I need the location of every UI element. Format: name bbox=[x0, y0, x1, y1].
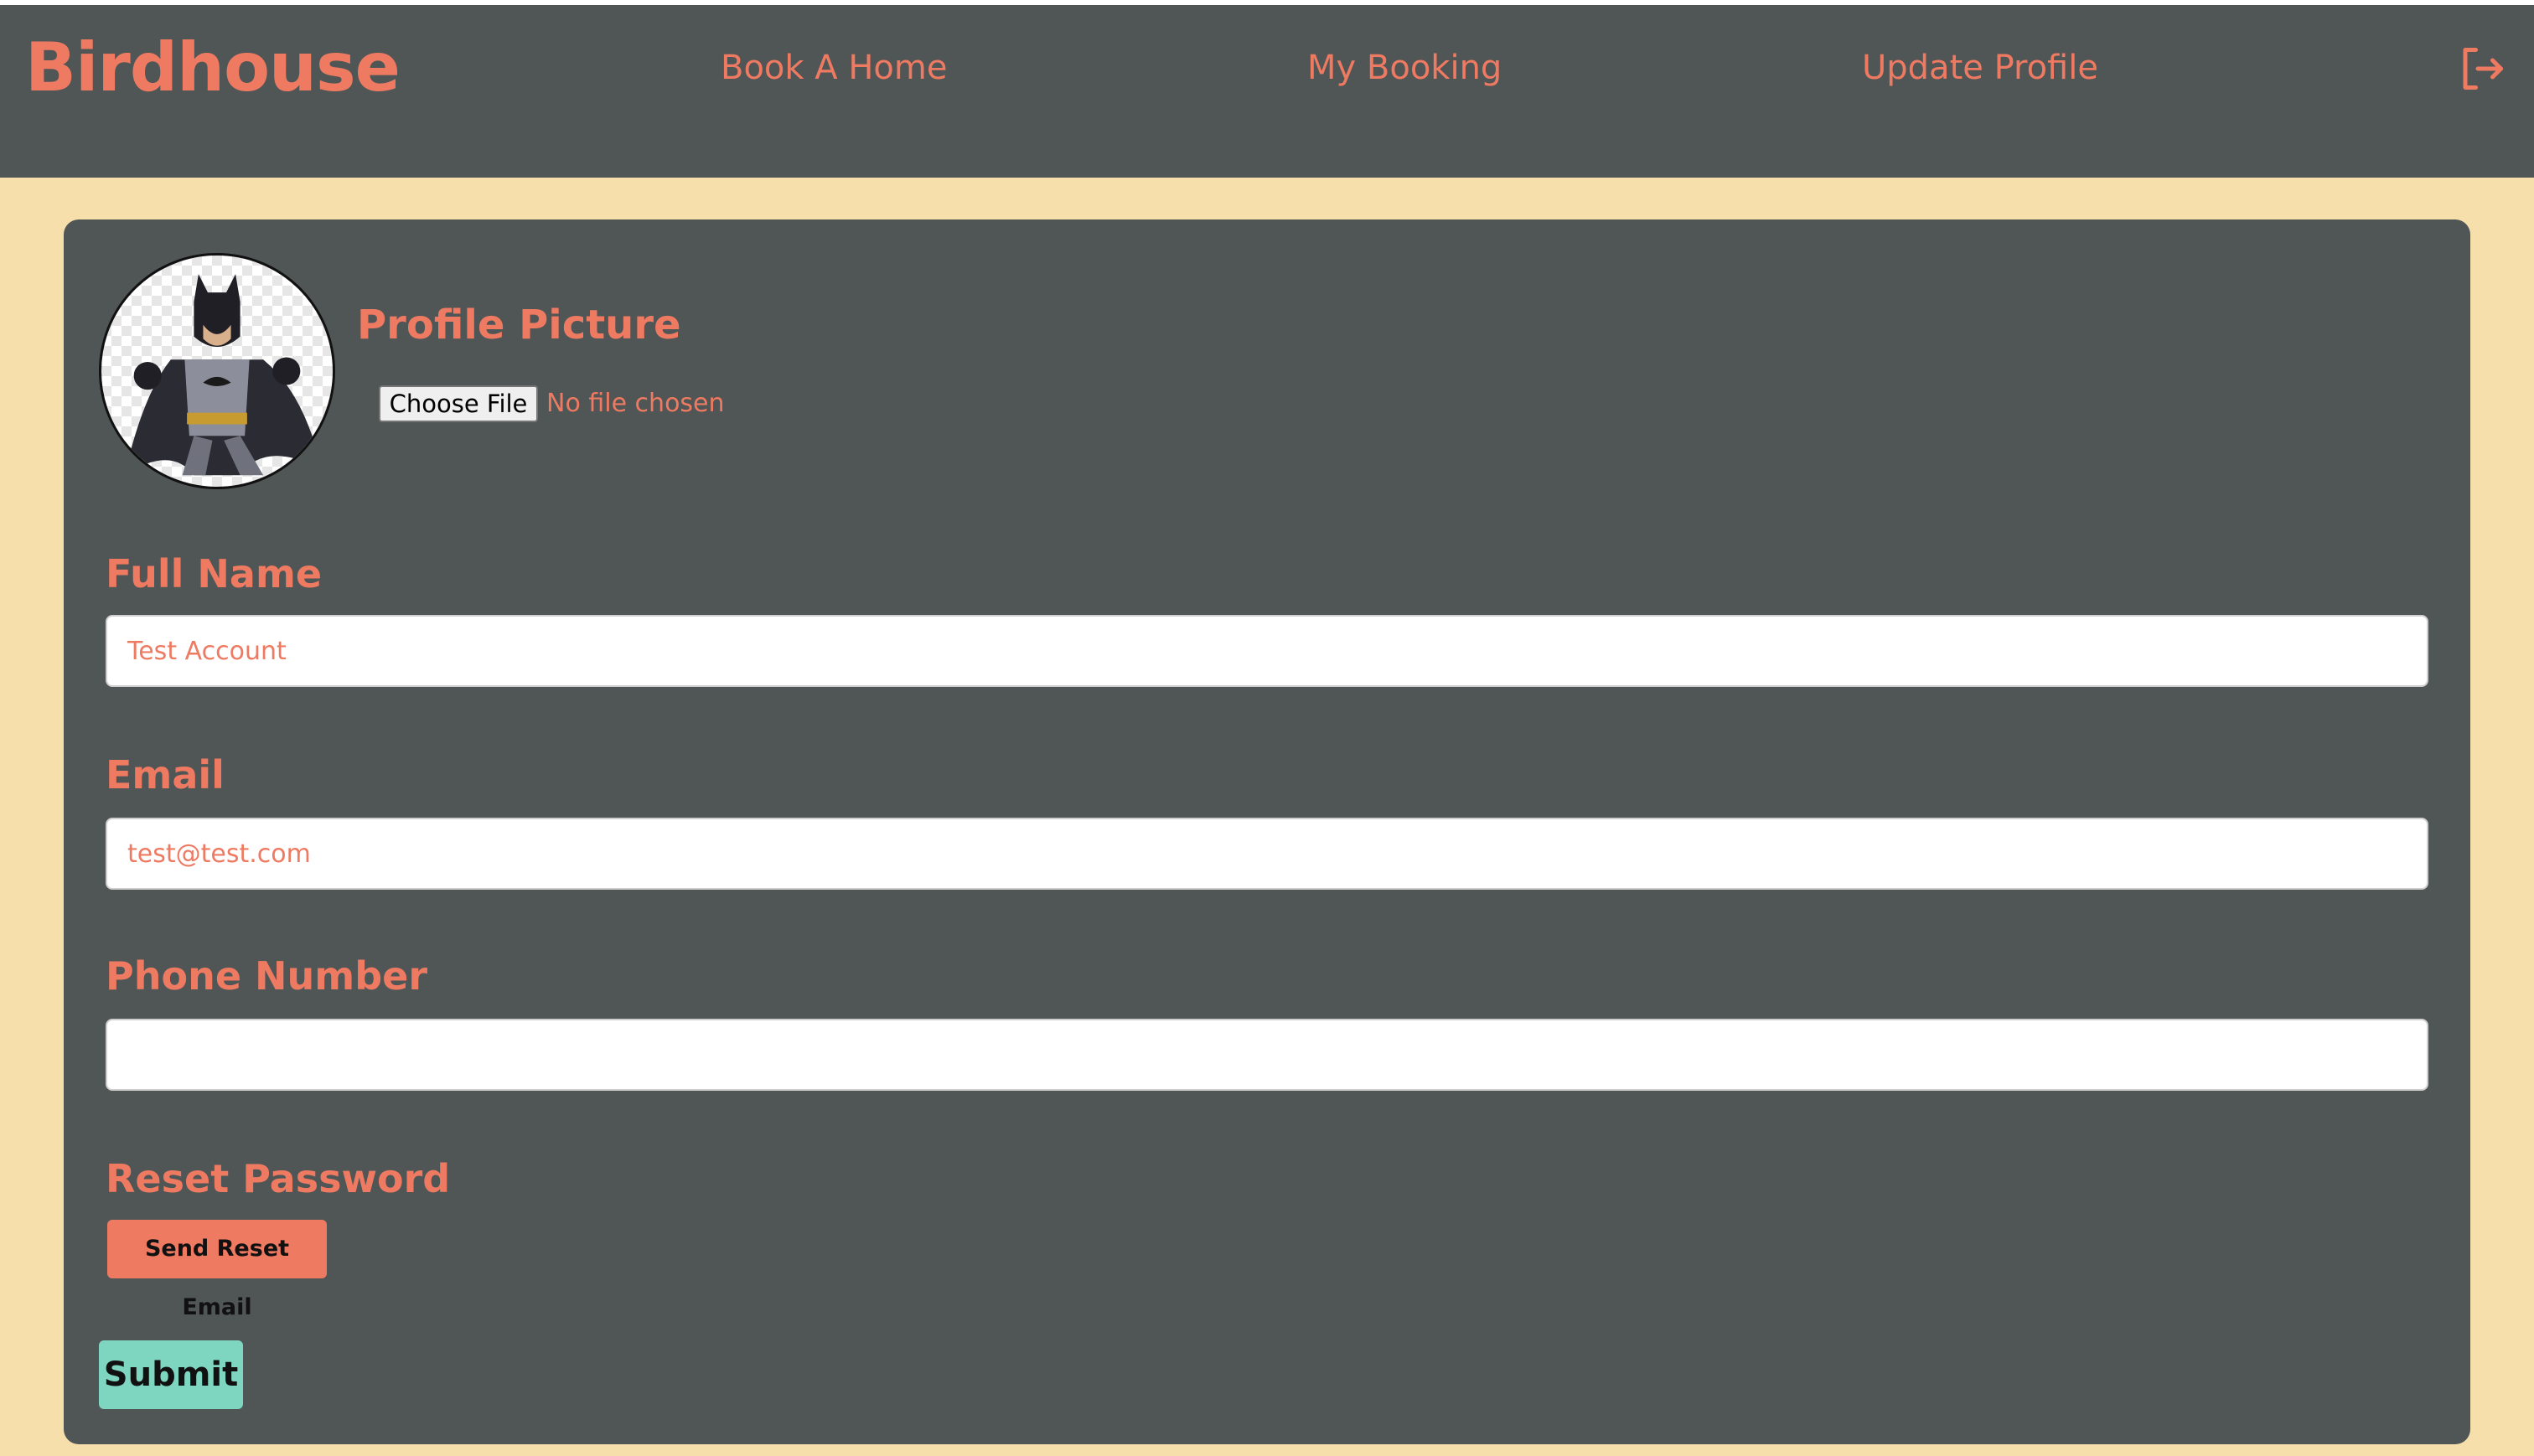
profile-card: Profile Picture Choose File No file chos… bbox=[64, 219, 2470, 1444]
email-label: Email bbox=[106, 752, 225, 798]
phone-number-label: Phone Number bbox=[106, 953, 428, 999]
phone-number-input[interactable] bbox=[106, 1019, 2428, 1091]
nav-update-profile[interactable]: Update Profile bbox=[1862, 49, 2098, 87]
send-reset-email-button[interactable]: Send Reset Email bbox=[107, 1220, 327, 1320]
email-input[interactable] bbox=[106, 818, 2428, 890]
navbar: Birdhouse Book A Home My Booking Update … bbox=[0, 5, 2534, 178]
logout-icon[interactable] bbox=[2457, 44, 2507, 94]
file-status-text: No file chosen bbox=[546, 389, 725, 418]
nav-book-a-home[interactable]: Book A Home bbox=[721, 49, 947, 87]
full-name-input[interactable] bbox=[106, 615, 2428, 687]
nav-my-booking[interactable]: My Booking bbox=[1307, 49, 1502, 87]
brand-logo[interactable]: Birdhouse bbox=[25, 28, 401, 106]
reset-password-label: Reset Password bbox=[106, 1156, 451, 1201]
submit-button[interactable]: Submit bbox=[99, 1340, 243, 1409]
full-name-label: Full Name bbox=[106, 551, 323, 596]
avatar-image bbox=[124, 274, 322, 476]
avatar bbox=[99, 253, 335, 489]
choose-file-button[interactable]: Choose File bbox=[379, 385, 538, 422]
profile-picture-title: Profile Picture bbox=[357, 302, 681, 349]
